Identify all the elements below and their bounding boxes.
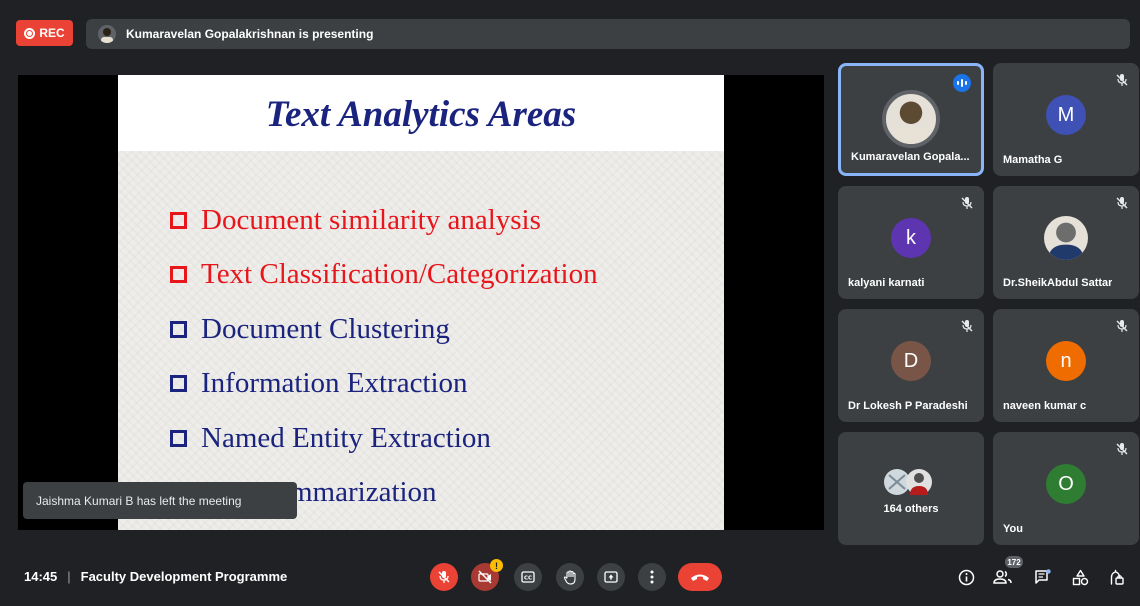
activities-button[interactable]	[1068, 565, 1092, 589]
mic-off-icon	[1115, 73, 1129, 87]
avatar: n	[1046, 341, 1086, 381]
avatar: D	[891, 341, 931, 381]
meeting-time: 14:45	[24, 569, 58, 584]
slide-bullet: Named Entity Extraction	[170, 411, 598, 466]
slide-bullet: Document similarity analysis	[170, 193, 598, 248]
mic-off-icon	[1115, 442, 1129, 456]
participant-tile[interactable]: Kumaravelan Gopala...	[838, 63, 984, 176]
host-controls-icon	[1110, 569, 1124, 585]
participant-name: Dr Lokesh P Paradeshi	[848, 400, 968, 412]
host-controls-button[interactable]	[1104, 565, 1128, 589]
captions-button[interactable]: CC	[514, 563, 542, 591]
raise-hand-icon	[563, 569, 576, 585]
mic-toggle-button[interactable]	[430, 563, 458, 591]
mic-off-icon	[438, 571, 450, 583]
avatar: M	[1046, 95, 1086, 135]
checkbox-bullet-icon	[170, 211, 187, 229]
participant-name: Dr.SheikAbdul Sattar	[1003, 277, 1113, 289]
people-icon	[993, 570, 1012, 584]
meeting-details: 14:45 | Faculty Development Programme	[24, 569, 287, 584]
svg-text:CC: CC	[524, 576, 532, 582]
more-options-icon	[650, 570, 654, 584]
slide-bullet-text: Named Entity Extraction	[201, 421, 491, 454]
more-options-button[interactable]	[638, 563, 666, 591]
participant-name: Kumaravelan Gopala...	[851, 151, 970, 163]
toast-text: Jaishma Kumari B has left the meeting	[36, 493, 242, 508]
raise-hand-button[interactable]	[556, 563, 584, 591]
participant-tile[interactable]: 164 others	[838, 432, 984, 545]
camera-off-icon	[478, 570, 492, 584]
presenting-text: Kumaravelan Gopalakrishnan is presenting	[126, 27, 374, 41]
checkbox-bullet-icon	[170, 320, 187, 338]
recording-label: REC	[39, 26, 65, 40]
slide-bullet: Information Extraction	[170, 357, 598, 412]
presenting-banner: Kumaravelan Gopalakrishnan is presenting	[86, 19, 1130, 49]
recording-badge[interactable]: REC	[16, 20, 73, 46]
avatar: k	[891, 218, 931, 258]
participant-tile[interactable]: Dr.SheikAbdul Sattar	[993, 186, 1139, 299]
mic-off-icon	[960, 196, 974, 210]
present-now-button[interactable]	[597, 563, 625, 591]
activities-icon	[1072, 569, 1088, 585]
mic-off-icon	[1115, 319, 1129, 333]
participant-tile[interactable]: O You	[993, 432, 1139, 545]
avatar-photo	[1044, 216, 1088, 260]
participant-tile[interactable]: M Mamatha G	[993, 63, 1139, 176]
participant-tile[interactable]: n naveen kumar c	[993, 309, 1139, 422]
avatar: O	[1046, 464, 1086, 504]
avatar-photo	[882, 90, 940, 148]
leave-call-button[interactable]	[678, 563, 722, 591]
mic-off-icon	[960, 319, 974, 333]
presentation-slide: Text Analytics Areas Document similarity…	[118, 75, 724, 530]
meeting-separator: |	[67, 569, 71, 584]
notification-toast: Jaishma Kumari B has left the meeting	[23, 482, 297, 519]
meeting-title: Faculty Development Programme	[80, 569, 288, 584]
participant-tile[interactable]: D Dr Lokesh P Paradeshi	[838, 309, 984, 422]
speaking-indicator-icon	[953, 74, 971, 92]
slide-bullet-text: Text Classification/Categorization	[201, 258, 598, 291]
checkbox-bullet-icon	[170, 429, 187, 447]
present-icon	[604, 571, 618, 583]
info-icon	[958, 569, 974, 585]
camera-toggle-button[interactable]: !	[471, 559, 503, 591]
chat-button[interactable]	[1030, 565, 1054, 589]
people-button[interactable]	[991, 565, 1015, 589]
checkbox-bullet-icon	[170, 266, 187, 284]
participant-name: naveen kumar c	[1003, 400, 1087, 412]
chat-icon	[1034, 568, 1051, 584]
participant-name: Mamatha G	[1003, 154, 1063, 166]
meeting-info-button[interactable]	[954, 565, 978, 589]
slide-title: Text Analytics Areas	[265, 94, 577, 135]
mic-off-icon	[1115, 196, 1129, 210]
group-avatars	[881, 462, 941, 502]
slide-bullet-text: Document similarity analysis	[201, 203, 541, 236]
checkbox-bullet-icon	[170, 375, 187, 393]
slide-bullet: Document Clustering	[170, 302, 598, 357]
slide-bullet: Text Classification/Categorization	[170, 248, 598, 303]
participant-name: 164 others	[883, 503, 939, 515]
record-icon	[24, 27, 36, 39]
presenter-avatar	[98, 25, 116, 43]
participant-name: kalyani karnati	[848, 277, 925, 289]
camera-warning-icon: !	[490, 559, 503, 572]
participant-name: You	[1003, 523, 1023, 535]
participant-tile[interactable]: k kalyani karnati	[838, 186, 984, 299]
slide-bullet-list: Document similarity analysis Text Classif…	[170, 193, 598, 520]
end-call-icon	[691, 574, 709, 581]
slide-bullet-text: Information Extraction	[201, 367, 468, 400]
captions-icon: CC	[521, 571, 535, 583]
slide-bullet-text: Document Clustering	[201, 312, 450, 345]
